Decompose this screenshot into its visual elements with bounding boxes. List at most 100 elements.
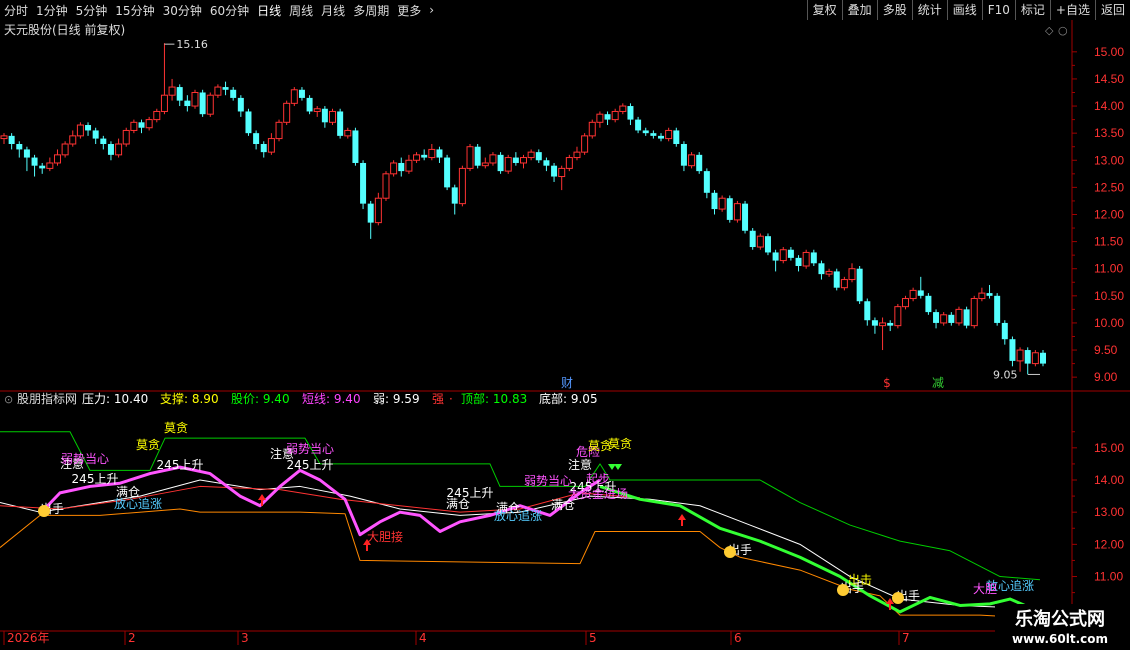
candle-body <box>726 198 733 220</box>
candle-body <box>504 157 512 172</box>
candle-body <box>275 121 283 140</box>
candle-body <box>779 249 787 262</box>
candle-body <box>551 165 558 177</box>
period-tab[interactable]: 1分钟 <box>32 2 72 19</box>
candle-body <box>627 106 634 120</box>
period-tab[interactable]: 月线 <box>317 2 349 19</box>
candle-body <box>787 249 794 258</box>
candle-body <box>115 143 123 156</box>
candle-body <box>619 105 627 112</box>
more-chevron-icon[interactable]: › <box>425 3 438 17</box>
indicator-annotation: 弱势当心 <box>286 442 334 456</box>
period-tab[interactable]: 周线 <box>285 2 317 19</box>
candle-body <box>696 154 703 172</box>
price-tick-label: 12.50 <box>1094 180 1124 194</box>
candle-body <box>742 203 749 231</box>
toolbar-button[interactable]: 复权 <box>806 0 842 20</box>
legend-item: 短线: 9.40 <box>302 392 361 406</box>
candle-body <box>1031 352 1039 365</box>
date-tick-label: 2026年 <box>7 631 50 645</box>
indicator-annotation: 245上升 <box>157 458 204 472</box>
max-price-label: 15.16 <box>176 38 208 51</box>
toolbar-button[interactable]: 标记 <box>1014 0 1050 20</box>
candle-body <box>69 135 77 145</box>
candle-body <box>703 171 710 193</box>
candle-body <box>245 111 252 134</box>
toolbar-button[interactable]: +自选 <box>1049 0 1095 20</box>
candle-body <box>283 102 291 123</box>
candle-body <box>107 144 114 155</box>
legend-item: 支撑: 8.90 <box>160 391 219 406</box>
candle-body <box>1024 350 1031 364</box>
candle-body <box>413 154 421 161</box>
candle-body <box>253 133 260 144</box>
candle-body <box>665 129 673 140</box>
candle-body <box>428 148 436 159</box>
indicator-annotation: 245上升 <box>287 458 334 472</box>
candle-body <box>267 138 275 153</box>
indicator-annotation: 莫贪 <box>136 437 160 452</box>
candle-body <box>520 157 527 164</box>
toolbar: 分时 1分钟 5分钟 15分钟 30分钟 60分钟 日线 周线 月线 多周期 更多 › 复权 叠加 多股统… <box>0 0 1130 21</box>
candle-body <box>948 314 955 323</box>
candle-body <box>374 197 382 224</box>
period-tab[interactable]: 15分钟 <box>111 2 158 19</box>
toolbar-button[interactable]: 叠加 <box>841 0 877 20</box>
price-tick-label: 12.00 <box>1094 207 1124 221</box>
period-tab[interactable]: 日线 <box>253 2 285 19</box>
toolbar-button[interactable]: F10 <box>981 0 1015 20</box>
candle-body <box>100 138 107 144</box>
legend-item: 弱: 9.59 <box>373 392 420 406</box>
period-tab[interactable]: 60分钟 <box>206 2 253 19</box>
candle-body <box>230 89 237 98</box>
legend-item: · <box>449 392 453 406</box>
candle-body <box>206 94 214 115</box>
period-tab[interactable]: 更多 <box>393 2 425 19</box>
candle-body <box>436 149 443 158</box>
price-tick-label: 15.00 <box>1094 45 1124 59</box>
legend-item: 顶部: 10.83 <box>461 391 527 406</box>
candle-body <box>360 162 367 204</box>
candle-body <box>0 135 8 140</box>
date-tick-label: 2 <box>128 631 136 645</box>
indicator-annotation: 大胆接 <box>367 529 403 544</box>
candle-body <box>122 129 130 145</box>
candle-body <box>848 268 856 281</box>
candle-body <box>856 268 863 302</box>
candle-body <box>588 121 596 137</box>
min-price-label: 9.05 <box>993 368 1018 381</box>
period-tab[interactable]: 多周期 <box>349 2 393 19</box>
candle-body <box>810 252 817 264</box>
candle-body <box>474 146 481 166</box>
candle-body <box>711 192 718 210</box>
candle-body <box>444 157 451 188</box>
candle-body <box>658 135 665 139</box>
period-tab[interactable]: 分时 <box>0 2 32 19</box>
candle-body <box>290 89 298 104</box>
indicator-annotation: 莫贪 <box>164 420 188 435</box>
candle-body <box>168 86 176 96</box>
candle-body <box>833 271 840 288</box>
toolbar-button[interactable]: 返回 <box>1094 0 1130 20</box>
candle-body <box>894 306 902 327</box>
toolbar-button[interactable]: 画线 <box>946 0 982 20</box>
indicator-annotation: 满仓 <box>446 497 470 511</box>
candle-body <box>527 151 535 159</box>
period-tab[interactable]: 30分钟 <box>159 2 206 19</box>
candle-body <box>543 160 550 166</box>
indicator-title: 股朋指标网 <box>17 391 77 406</box>
candle-body <box>558 167 566 178</box>
candle-body <box>802 251 810 267</box>
indicator-tick-label: 12.00 <box>1094 537 1124 551</box>
event-marker: 减 <box>932 376 944 390</box>
toolbar-button[interactable]: 多股 <box>876 0 912 20</box>
buy-signal-icon <box>837 584 849 596</box>
period-tab[interactable]: 5分钟 <box>72 2 112 19</box>
indicator-tick-label: 11.00 <box>1094 570 1123 584</box>
toolbar-button[interactable]: 统计 <box>911 0 947 20</box>
candle-body <box>749 230 756 248</box>
candle-body <box>917 290 924 296</box>
candle-body <box>901 298 909 308</box>
candle-body <box>367 203 374 223</box>
candle-body <box>1016 349 1024 362</box>
